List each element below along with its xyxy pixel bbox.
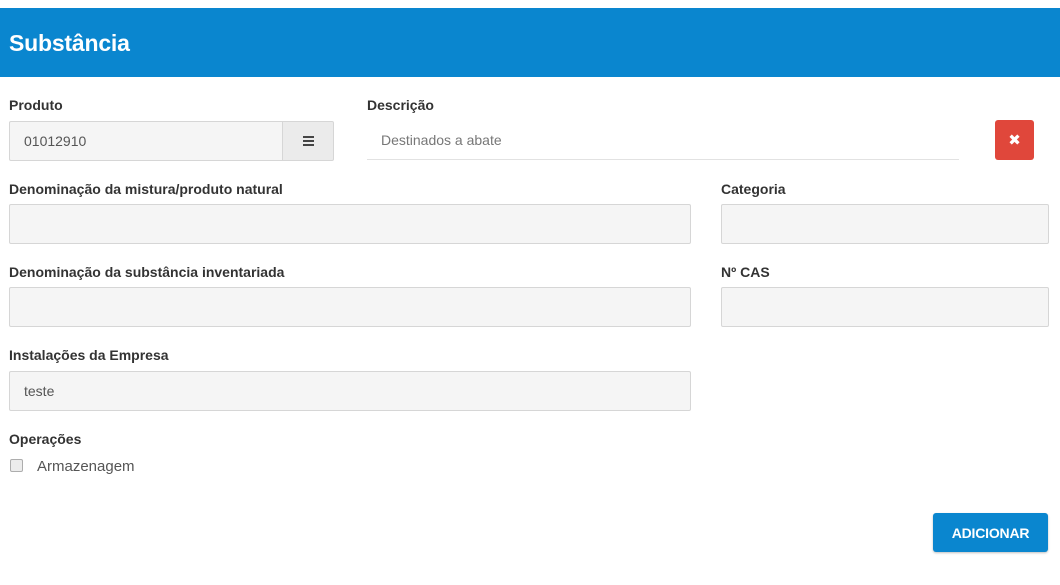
cas-label: Nº CAS (721, 264, 770, 280)
cas-field[interactable] (721, 287, 1049, 327)
clear-button[interactable]: ✖ (995, 120, 1034, 160)
produto-search-button[interactable] (282, 121, 334, 161)
instalacoes-field[interactable]: teste (9, 371, 691, 411)
descricao-placeholder: Destinados a abate (381, 132, 502, 148)
operacoes-label: Operações (9, 431, 82, 447)
close-icon: ✖ (1008, 132, 1021, 149)
denominacao-mistura-label: Denominação da mistura/produto natural (9, 181, 283, 197)
add-button[interactable]: ADICIONAR (933, 513, 1048, 552)
categoria-label: Categoria (721, 181, 786, 197)
produto-field[interactable]: 01012910 (9, 121, 283, 161)
hamburger-icon (302, 136, 314, 146)
page-title: Substância (9, 30, 130, 56)
armazenagem-label[interactable]: Armazenagem (37, 458, 135, 475)
descricao-field[interactable]: Destinados a abate (367, 121, 959, 160)
denominacao-substancia-label: Denominação da substância inventariada (9, 264, 285, 280)
instalacoes-label: Instalações da Empresa (9, 347, 169, 363)
denominacao-substancia-field[interactable] (9, 287, 691, 327)
denominacao-mistura-field[interactable] (9, 204, 691, 244)
header-bar: Substância (0, 8, 1060, 77)
produto-label: Produto (9, 97, 63, 113)
categoria-field[interactable] (721, 204, 1049, 244)
armazenagem-checkbox[interactable] (10, 459, 23, 472)
descricao-label: Descrição (367, 97, 434, 113)
